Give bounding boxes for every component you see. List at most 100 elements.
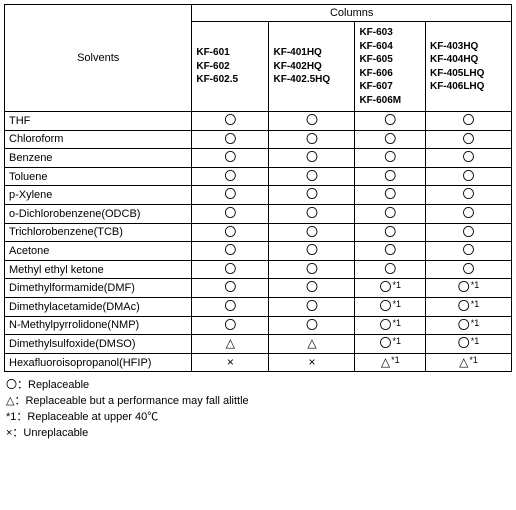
table-row: Benzene〇〇〇〇 <box>5 149 512 168</box>
compatibility-mark: 〇 <box>355 186 426 205</box>
compatibility-mark: 〇 <box>355 204 426 223</box>
solvent-name: Hexafluoroisopropanol(HFIP) <box>5 353 192 372</box>
table-row: Dimethylformamide(DMF)〇〇〇*1〇*1 <box>5 279 512 298</box>
compatibility-mark: 〇 <box>355 223 426 242</box>
table-row: Acetone〇〇〇〇 <box>5 242 512 261</box>
table-row: THF〇〇〇〇 <box>5 112 512 131</box>
compatibility-mark: × <box>269 353 355 372</box>
solvent-name: Benzene <box>5 149 192 168</box>
compatibility-mark: △ <box>269 335 355 354</box>
compatibility-mark: 〇 <box>425 260 511 279</box>
compatibility-mark: 〇 <box>269 186 355 205</box>
col-group-4: KF-403HQKF-404HQKF-405LHQKF-406LHQ <box>425 22 511 112</box>
note-marker: *1 <box>471 299 480 309</box>
compatibility-mark: 〇*1 <box>355 297 426 316</box>
solvent-name: N-Methylpyrrolidone(NMP) <box>5 316 192 335</box>
note-marker: *1 <box>392 299 401 309</box>
table-row: Hexafluoroisopropanol(HFIP)××△*1△*1 <box>5 353 512 372</box>
compatibility-mark: 〇 <box>355 112 426 131</box>
compatibility-mark: 〇*1 <box>425 297 511 316</box>
compatibility-mark: 〇 <box>269 223 355 242</box>
compatibility-mark: 〇*1 <box>425 316 511 335</box>
compatibility-mark: 〇 <box>269 242 355 261</box>
compatibility-mark: 〇 <box>425 204 511 223</box>
compatibility-mark: 〇 <box>425 130 511 149</box>
table-row: Dimethylsulfoxide(DMSO)△△〇*1〇*1 <box>5 335 512 354</box>
note-marker: *1 <box>392 280 401 290</box>
table-body: THF〇〇〇〇Chloroform〇〇〇〇Benzene〇〇〇〇Toluene〇… <box>5 112 512 372</box>
solvent-name: Toluene <box>5 167 192 186</box>
solvent-name: Trichlorobenzene(TCB) <box>5 223 192 242</box>
col-group-3: KF-603KF-604KF-605KF-606KF-607KF-606M <box>355 22 426 112</box>
compatibility-mark: 〇*1 <box>425 279 511 298</box>
legend-replaceable: 〇：Replaceable <box>6 378 516 394</box>
note-marker: *1 <box>391 355 400 365</box>
compatibility-mark: 〇 <box>425 242 511 261</box>
legend-note1: *1：Replaceable at upper 40℃ <box>6 410 516 426</box>
compatibility-mark: 〇 <box>425 223 511 242</box>
table-row: p-Xylene〇〇〇〇 <box>5 186 512 205</box>
solvent-name: Chloroform <box>5 130 192 149</box>
legend-unreplaceable: ×：Unreplacable <box>6 426 516 442</box>
compatibility-mark: 〇 <box>192 167 269 186</box>
compatibility-mark: 〇 <box>192 260 269 279</box>
solvent-name: Dimethylsulfoxide(DMSO) <box>5 335 192 354</box>
compatibility-mark: 〇 <box>355 149 426 168</box>
note-marker: *1 <box>471 336 480 346</box>
col-group-2: KF-401HQKF-402HQKF-402.5HQ <box>269 22 355 112</box>
col-group-1: KF-601KF-602KF-602.5 <box>192 22 269 112</box>
compatibility-mark: 〇*1 <box>355 279 426 298</box>
compatibility-table: Solvents Columns KF-601KF-602KF-602.5 KF… <box>4 4 512 372</box>
compatibility-mark: 〇 <box>192 186 269 205</box>
table-row: Toluene〇〇〇〇 <box>5 167 512 186</box>
compatibility-mark: 〇 <box>269 204 355 223</box>
compatibility-mark: 〇 <box>425 186 511 205</box>
compatibility-mark: 〇 <box>269 260 355 279</box>
note-marker: *1 <box>471 280 480 290</box>
compatibility-mark: 〇 <box>269 297 355 316</box>
compatibility-mark: 〇 <box>269 167 355 186</box>
compatibility-mark: 〇*1 <box>425 335 511 354</box>
compatibility-mark: 〇 <box>192 279 269 298</box>
compatibility-mark: △*1 <box>355 353 426 372</box>
table-row: Trichlorobenzene(TCB)〇〇〇〇 <box>5 223 512 242</box>
table-row: Dimethylacetamide(DMAc)〇〇〇*1〇*1 <box>5 297 512 316</box>
compatibility-mark: 〇 <box>192 223 269 242</box>
solvent-name: o-Dichlorobenzene(ODCB) <box>5 204 192 223</box>
compatibility-mark: △*1 <box>425 353 511 372</box>
compatibility-mark: △ <box>192 335 269 354</box>
compatibility-mark: 〇 <box>192 130 269 149</box>
compatibility-mark: × <box>192 353 269 372</box>
compatibility-mark: 〇 <box>425 167 511 186</box>
legend: 〇：Replaceable △：Replaceable but a perfor… <box>4 378 516 442</box>
solvent-name: Dimethylformamide(DMF) <box>5 279 192 298</box>
compatibility-mark: 〇 <box>269 316 355 335</box>
solvent-name: p-Xylene <box>5 186 192 205</box>
compatibility-mark: 〇 <box>425 149 511 168</box>
note-marker: *1 <box>392 318 401 328</box>
compatibility-mark: 〇 <box>269 112 355 131</box>
compatibility-mark: 〇 <box>192 112 269 131</box>
header-solvents: Solvents <box>5 5 192 112</box>
compatibility-mark: 〇 <box>425 112 511 131</box>
table-row: Methyl ethyl ketone〇〇〇〇 <box>5 260 512 279</box>
table-row: N-Methylpyrrolidone(NMP)〇〇〇*1〇*1 <box>5 316 512 335</box>
compatibility-mark: 〇 <box>355 242 426 261</box>
compatibility-mark: 〇 <box>355 130 426 149</box>
compatibility-mark: 〇 <box>192 316 269 335</box>
note-marker: *1 <box>469 355 478 365</box>
solvent-name: Acetone <box>5 242 192 261</box>
compatibility-mark: 〇 <box>269 149 355 168</box>
note-marker: *1 <box>471 318 480 328</box>
compatibility-mark: 〇 <box>355 167 426 186</box>
table-row: Chloroform〇〇〇〇 <box>5 130 512 149</box>
note-marker: *1 <box>392 336 401 346</box>
compatibility-mark: 〇 <box>192 149 269 168</box>
solvent-name: Dimethylacetamide(DMAc) <box>5 297 192 316</box>
compatibility-mark: 〇 <box>192 204 269 223</box>
compatibility-mark: 〇*1 <box>355 335 426 354</box>
compatibility-mark: 〇 <box>269 130 355 149</box>
solvent-name: THF <box>5 112 192 131</box>
compatibility-mark: 〇 <box>192 242 269 261</box>
compatibility-mark: 〇 <box>355 260 426 279</box>
